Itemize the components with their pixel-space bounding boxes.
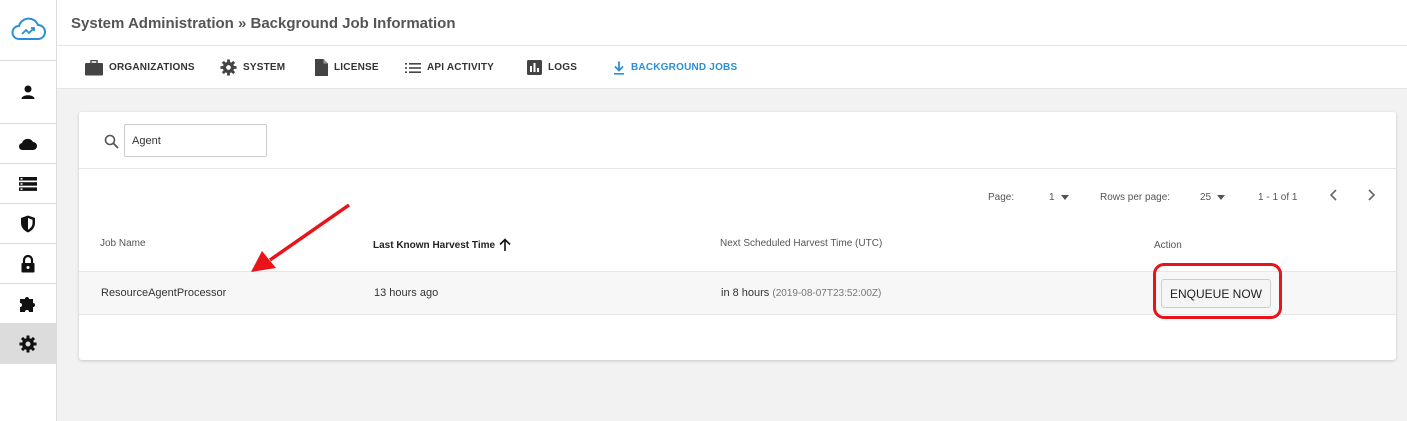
rows-per-page-select[interactable]: 25 xyxy=(1200,190,1226,204)
enqueue-now-button[interactable]: ENQUEUE NOW xyxy=(1161,279,1271,308)
page-label: Page: xyxy=(988,191,1015,203)
sidebar-item-extensions[interactable] xyxy=(0,284,56,324)
sidebar-item-server[interactable] xyxy=(0,164,56,204)
next-page-button[interactable] xyxy=(1366,188,1376,202)
sidebar-item-lock[interactable] xyxy=(0,244,56,284)
tab-api-activity[interactable]: API ACTIVITY xyxy=(405,46,494,89)
column-header-label: Next Scheduled Harvest Time (UTC) xyxy=(720,238,883,249)
column-header-next-harvest[interactable]: Next Scheduled Harvest Time (UTC) xyxy=(720,238,882,249)
briefcase-icon xyxy=(85,59,103,75)
column-header-label: Action xyxy=(1154,240,1182,251)
column-header-last-harvest[interactable]: Last Known Harvest Time xyxy=(373,238,512,252)
chevron-left-icon xyxy=(1329,189,1337,201)
rows-per-page-value: 25 xyxy=(1200,191,1212,203)
last-harvest-cell: 13 hours ago xyxy=(374,287,439,299)
job-name-cell: ResourceAgentProcessor xyxy=(101,287,227,299)
cloud-logo-icon xyxy=(11,17,46,40)
server-icon xyxy=(19,176,37,191)
shield-icon xyxy=(21,215,35,232)
tab-label: API ACTIVITY xyxy=(427,62,495,73)
column-header-label: Last Known Harvest Time xyxy=(373,239,496,251)
sidebar-item-security[interactable] xyxy=(0,204,56,244)
pagination-range: 1 - 1 of 1 xyxy=(1258,191,1298,203)
admin-tabs: ORGANIZATIONS SYSTEM LICENSE API ACTIVIT… xyxy=(57,46,1407,89)
lock-icon xyxy=(21,254,35,272)
caret-down-icon xyxy=(1217,194,1226,200)
search-input[interactable] xyxy=(124,124,267,157)
search-icon xyxy=(104,134,119,149)
tab-label: ORGANIZATIONS xyxy=(109,62,195,73)
page-value: 1 xyxy=(1049,191,1055,203)
column-header-action: Action xyxy=(1154,240,1182,251)
tab-label: LOGS xyxy=(548,62,578,73)
user-icon xyxy=(21,85,35,99)
column-header-label: Job Name xyxy=(100,238,146,249)
sidebar xyxy=(0,0,57,421)
tab-logs[interactable]: LOGS xyxy=(527,46,577,89)
search-bar xyxy=(79,112,1396,169)
tab-label: LICENSE xyxy=(334,62,379,73)
next-harvest-cell: in 8 hours (2019-08-07T23:52:00Z) xyxy=(721,287,881,299)
next-harvest-relative: in 8 hours xyxy=(721,287,770,299)
tab-background-jobs[interactable]: BACKGROUND JOBS xyxy=(613,46,737,89)
cloud-icon xyxy=(18,138,37,150)
sidebar-item-cloud[interactable] xyxy=(0,124,56,164)
prev-page-button[interactable] xyxy=(1329,188,1339,202)
rows-per-page-label: Rows per page: xyxy=(1100,191,1171,203)
caret-down-icon xyxy=(1060,194,1069,200)
document-icon xyxy=(315,59,328,76)
sort-ascending-icon xyxy=(499,238,511,251)
page-header: System Administration » Background Job I… xyxy=(57,0,1407,46)
page-select[interactable]: 1 xyxy=(1049,190,1069,204)
tab-license[interactable]: LICENSE xyxy=(315,46,379,89)
sidebar-item-user[interactable] xyxy=(0,61,56,124)
bar-chart-icon xyxy=(527,60,542,75)
tab-organizations[interactable]: ORGANIZATIONS xyxy=(85,46,195,89)
tab-label: SYSTEM xyxy=(243,62,286,73)
download-icon xyxy=(614,61,624,75)
gear-icon xyxy=(19,335,37,352)
gear-icon xyxy=(220,59,237,76)
puzzle-icon xyxy=(20,296,35,312)
list-icon xyxy=(405,62,421,73)
tab-system[interactable]: SYSTEM xyxy=(220,46,285,89)
tab-label: BACKGROUND JOBS xyxy=(631,62,738,73)
app-logo[interactable] xyxy=(0,0,56,61)
next-harvest-exact: (2019-08-07T23:52:00Z) xyxy=(772,288,882,299)
sidebar-item-settings[interactable] xyxy=(0,324,56,364)
breadcrumb: System Administration » Background Job I… xyxy=(71,15,456,32)
column-header-job-name[interactable]: Job Name xyxy=(100,238,146,249)
chevron-right-icon xyxy=(1368,189,1376,201)
background-jobs-card: Page: 1 Rows per page: 25 1 - 1 of 1 Job… xyxy=(79,112,1396,360)
